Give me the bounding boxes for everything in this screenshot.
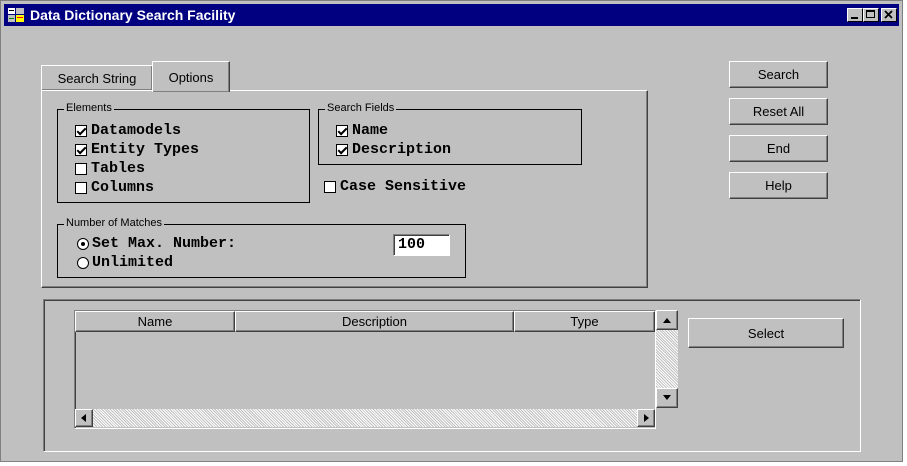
arrow-up-icon xyxy=(663,318,671,323)
column-header-description[interactable]: Description xyxy=(235,311,514,332)
columns-checkbox[interactable]: Columns xyxy=(75,179,154,196)
reset-all-button[interactable]: Reset All xyxy=(729,98,828,125)
unlimited-radio[interactable]: Unlimited xyxy=(77,254,173,271)
name-field-checkbox[interactable]: Name xyxy=(336,122,388,139)
column-header-type[interactable]: Type xyxy=(514,311,655,332)
checkbox-unchecked-icon xyxy=(75,162,87,175)
scroll-right-button[interactable] xyxy=(637,409,655,427)
close-button[interactable] xyxy=(881,8,897,22)
entity-types-checkbox[interactable]: Entity Types xyxy=(75,141,199,158)
case-sensitive-checkbox[interactable]: Case Sensitive xyxy=(324,178,466,195)
results-frame: Name Description Type Select xyxy=(43,299,861,452)
checkbox-checked-icon xyxy=(336,124,348,137)
unlimited-label: Unlimited xyxy=(92,254,174,271)
column-header-description-label: Description xyxy=(341,314,408,329)
description-field-label: Description xyxy=(352,141,452,158)
name-field-label: Name xyxy=(352,122,389,139)
checkbox-checked-icon xyxy=(75,124,87,137)
checkbox-unchecked-icon xyxy=(324,180,336,193)
scroll-down-button[interactable] xyxy=(656,388,678,408)
minimize-button[interactable] xyxy=(847,8,863,22)
minimize-icon xyxy=(851,17,858,19)
datamodels-checkbox[interactable]: Datamodels xyxy=(75,122,181,139)
app-icon xyxy=(7,7,25,23)
arrow-right-icon xyxy=(644,414,649,422)
entity-types-label: Entity Types xyxy=(91,141,200,158)
scroll-up-button[interactable] xyxy=(656,310,678,330)
tab-options-label: Options xyxy=(168,69,214,85)
help-button[interactable]: Help xyxy=(729,172,828,199)
window-title: Data Dictionary Search Facility xyxy=(30,7,236,23)
search-fields-group-label: Search Fields xyxy=(325,102,397,114)
tables-label: Tables xyxy=(91,160,146,177)
description-field-checkbox[interactable]: Description xyxy=(336,141,451,158)
set-max-number-radio[interactable]: Set Max. Number: xyxy=(77,235,236,252)
case-sensitive-label: Case Sensitive xyxy=(340,178,467,195)
title-bar[interactable]: Data Dictionary Search Facility xyxy=(4,4,899,26)
arrow-left-icon xyxy=(81,414,86,422)
column-header-name[interactable]: Name xyxy=(75,311,235,332)
search-button[interactable]: Search xyxy=(729,61,828,88)
main-window: Data Dictionary Search Facility Search S… xyxy=(0,0,903,462)
search-fields-group: Search Fields Name Description xyxy=(318,102,582,165)
datamodels-label: Datamodels xyxy=(91,122,182,139)
tab-search-string-label: Search String xyxy=(57,70,137,86)
max-number-input[interactable]: 100 xyxy=(393,234,450,256)
results-table[interactable]: Name Description Type xyxy=(74,310,656,429)
checkbox-checked-icon xyxy=(75,143,87,156)
radio-unselected-icon xyxy=(77,256,89,269)
columns-label: Columns xyxy=(91,179,155,196)
end-button[interactable]: End xyxy=(729,135,828,162)
tables-checkbox[interactable]: Tables xyxy=(75,160,145,177)
number-of-matches-group-label: Number of Matches xyxy=(64,217,164,229)
arrow-down-icon xyxy=(663,395,671,400)
tab-search-string[interactable]: Search String xyxy=(41,65,153,90)
checkbox-checked-icon xyxy=(336,143,348,156)
set-max-number-label: Set Max. Number: xyxy=(92,235,237,252)
number-of-matches-group: Number of Matches Set Max. Number: Unlim… xyxy=(57,217,466,278)
options-panel: Elements Datamodels Entity Types Tables … xyxy=(41,90,648,288)
maximize-button[interactable] xyxy=(863,8,879,22)
scroll-left-button[interactable] xyxy=(75,409,93,427)
elements-group-label: Elements xyxy=(64,102,114,114)
horizontal-scrollbar[interactable] xyxy=(75,409,655,427)
close-icon xyxy=(884,10,893,19)
radio-selected-icon xyxy=(77,237,89,250)
tab-options[interactable]: Options xyxy=(152,61,230,92)
maximize-icon xyxy=(866,10,875,18)
column-header-type-label: Type xyxy=(570,314,599,329)
vertical-scrollbar[interactable] xyxy=(656,310,678,408)
select-button[interactable]: Select xyxy=(688,318,844,348)
elements-group: Elements Datamodels Entity Types Tables … xyxy=(57,102,310,203)
column-header-name-label: Name xyxy=(137,314,173,329)
checkbox-unchecked-icon xyxy=(75,181,87,194)
